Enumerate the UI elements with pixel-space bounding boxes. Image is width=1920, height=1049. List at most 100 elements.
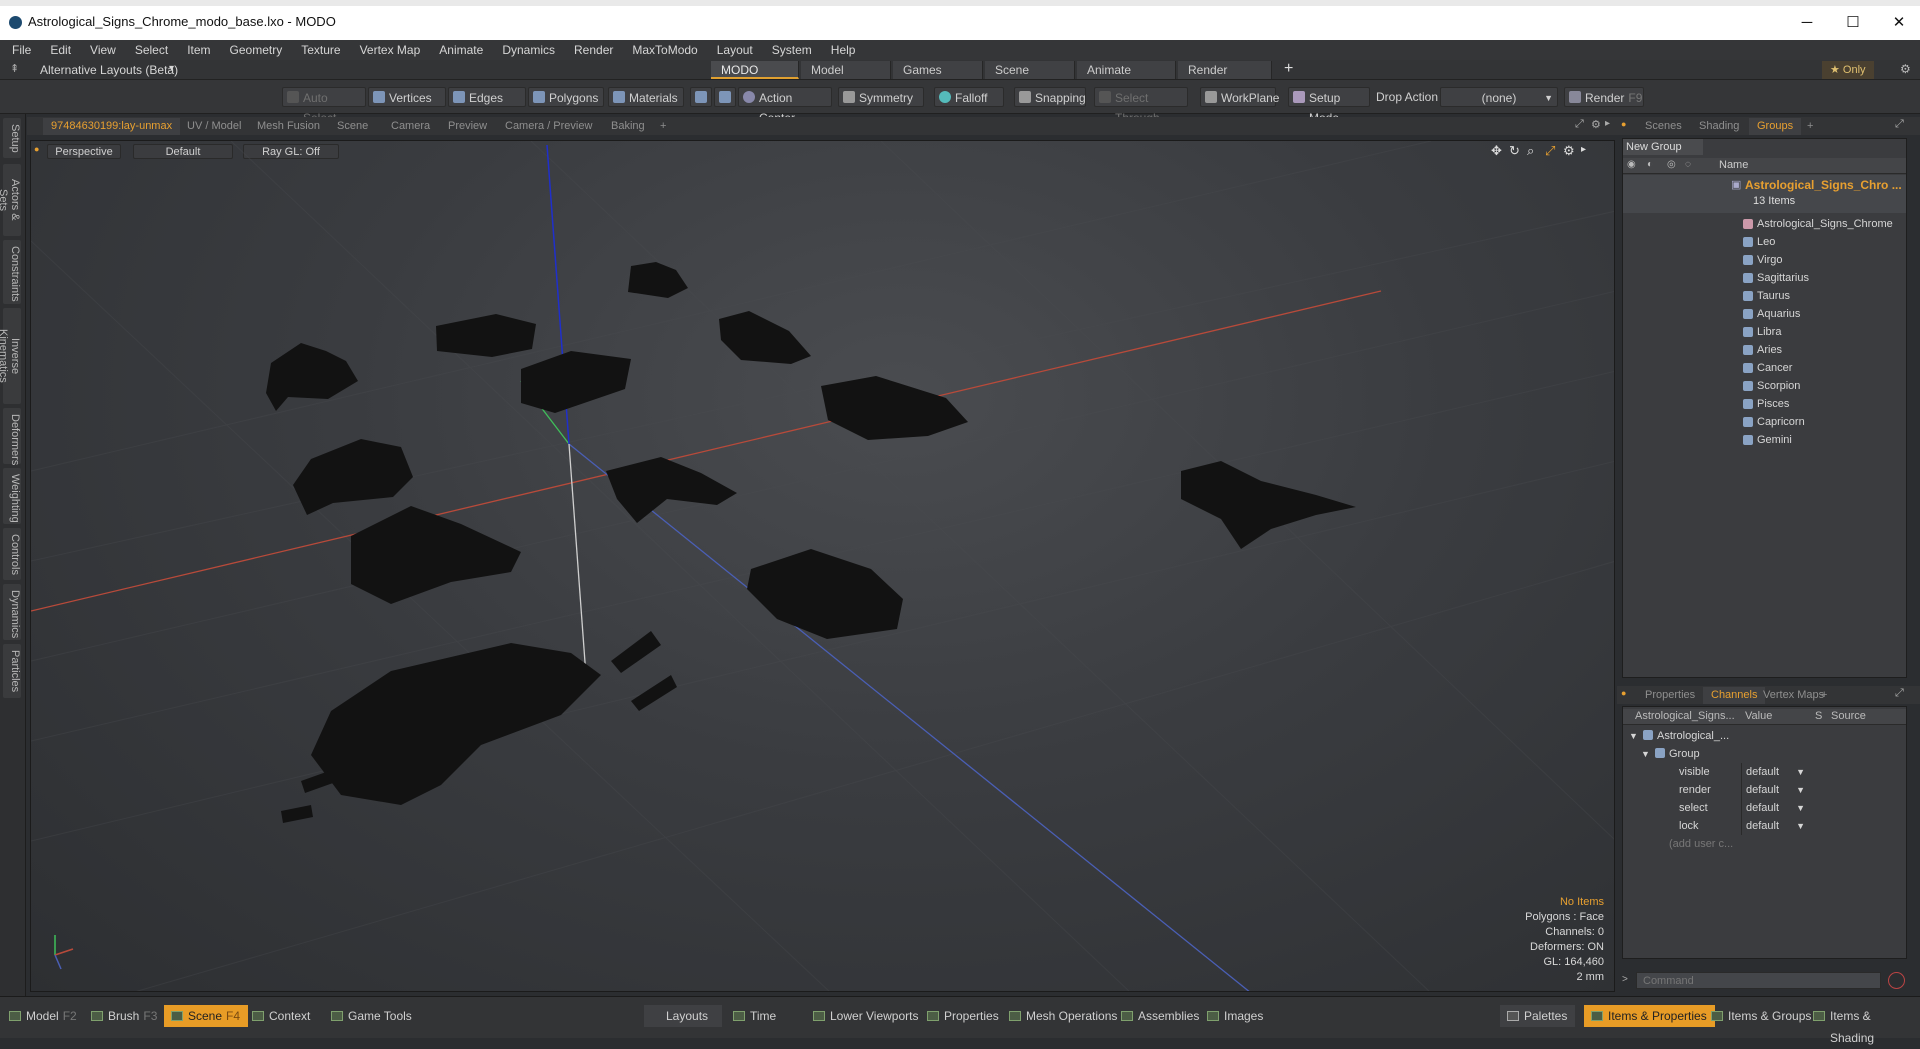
left-tab-constraints[interactable]: Constraints [3,240,21,304]
render-value[interactable]: default ▼ [1741,781,1809,799]
list-item[interactable]: Astrological_Signs_Chrome [1623,215,1906,233]
menu-geometry[interactable]: Geometry [230,43,283,57]
list-item[interactable]: Libra [1623,323,1906,341]
channel-row-render[interactable]: render default ▼ [1623,781,1906,799]
visible-value[interactable]: default ▼ [1741,763,1809,781]
menu-layout[interactable]: Layout [717,43,753,57]
tab-games-layout[interactable]: Games Layout [893,61,983,95]
maximize-button[interactable]: ☐ [1830,10,1876,36]
left-tab-weighting[interactable]: Weighting [3,468,21,524]
drop-action-select[interactable]: (none) ▼ [1440,87,1558,107]
expand-icon[interactable]: ▼ [1629,727,1638,745]
menu-item[interactable]: Item [187,43,210,57]
menu-view[interactable]: View [90,43,116,57]
group-root-row[interactable]: ▣ Astrological_Signs_Chro ... 13 Items [1623,175,1906,213]
brush-button[interactable]: Brush F3 [84,1005,165,1027]
gear-icon[interactable]: ⚙ [1900,62,1911,76]
materials-button[interactable]: Materials [608,87,684,107]
polygons-button[interactable]: Polygons [528,87,604,107]
menu-select[interactable]: Select [135,43,168,57]
add-panel-tab-button[interactable]: + [1799,118,1821,135]
menu-system[interactable]: System [772,43,812,57]
list-item[interactable]: Sagittarius [1623,269,1906,287]
maximize-viewport-icon[interactable]: ⤢ [1575,118,1584,131]
tab-animate-layout[interactable]: Animate Layout [1077,61,1176,95]
snapping-button[interactable]: Snapping [1014,87,1086,107]
setup-mode-button[interactable]: Setup Mode [1288,87,1370,125]
list-item[interactable]: Pisces [1623,395,1906,413]
tab-model-layout[interactable]: Model Layout [801,61,891,95]
list-item[interactable]: Virgo [1623,251,1906,269]
tab-scenes[interactable]: Scenes [1637,118,1690,135]
properties-button[interactable]: Properties [920,1005,1007,1027]
tab-mesh-fusion[interactable]: Mesh Fusion [249,118,328,135]
palettes-button[interactable]: Palettes [1500,1005,1576,1027]
lock-icon[interactable]: ◎ [1667,159,1676,170]
menu-maxtomodo[interactable]: MaxToModo [632,43,697,57]
workplane-button[interactable]: WorkPlane [1200,87,1279,107]
tab-render-layout[interactable]: Render Layout [1178,61,1272,95]
tab-camera[interactable]: Camera [383,118,438,135]
tab-groups[interactable]: Groups [1749,118,1802,135]
minimize-button[interactable]: ─ [1784,10,1830,36]
left-tab-actors-sets[interactable]: Actors & Sets [0,164,21,236]
render-visibility-icon[interactable]: ◐ [1647,159,1653,170]
left-tab-controls[interactable]: Controls [3,528,21,580]
list-item[interactable]: Scorpion [1623,377,1906,395]
viewport-gear-icon[interactable]: ⚙ [1591,118,1601,131]
menu-help[interactable]: Help [831,43,856,57]
tab-scene[interactable]: Scene [329,118,376,135]
layout-arrow-icon[interactable]: ⇞ [10,62,19,75]
menu-animate[interactable]: Animate [439,43,483,57]
tab-lay-unmax[interactable]: 97484630199:lay-unmax [43,118,181,135]
tab-preview[interactable]: Preview [440,118,495,135]
list-item[interactable]: Aquarius [1623,305,1906,323]
channel-row-lock[interactable]: lock default ▼ [1623,817,1906,835]
add-viewport-tab-button[interactable]: + [652,118,674,135]
list-item[interactable]: Aries [1623,341,1906,359]
select-icon[interactable]: ◌ [1685,159,1691,170]
list-item[interactable]: Cancer [1623,359,1906,377]
symmetry-button[interactable]: Symmetry [838,87,924,107]
record-icon[interactable] [1888,972,1905,989]
menu-render[interactable]: Render [574,43,613,57]
viewport-arrow-icon[interactable]: ▸ [1605,118,1610,129]
panel-maximize-icon[interactable]: ⤢ [1895,687,1904,700]
add-layout-button[interactable]: + [1284,60,1293,78]
tab-scene-layout[interactable]: Scene Layout [985,61,1075,95]
panel-maximize-icon[interactable]: ⤢ [1895,118,1904,131]
close-button[interactable]: ✕ [1876,10,1920,36]
scene-button[interactable]: Scene F4 [164,1005,249,1027]
select-value[interactable]: default ▼ [1741,799,1809,817]
lower-viewports-button[interactable]: Lower Viewports [806,1005,927,1027]
edges-button[interactable]: Edges [448,87,526,107]
tab-shading[interactable]: Shading [1691,118,1747,135]
menu-edit[interactable]: Edit [50,43,71,57]
command-arrow-icon[interactable]: > [1622,974,1628,985]
model-button[interactable]: Model F2 [2,1005,85,1027]
menu-dynamics[interactable]: Dynamics [502,43,555,57]
render-button[interactable]: Render F9 [1564,87,1644,107]
mesh-operations-button[interactable]: Mesh Operations [1002,1005,1125,1027]
images-button[interactable]: Images [1200,1005,1271,1027]
left-tab-deformers[interactable]: Deformers [3,408,21,465]
items-groups-button[interactable]: Items & Groups [1704,1005,1819,1027]
menu-vertex-map[interactable]: Vertex Map [360,43,421,57]
tab-baking[interactable]: Baking [603,118,653,135]
context-button[interactable]: Context [245,1005,318,1027]
left-tab-setup[interactable]: Setup [3,118,21,158]
items-shading-button[interactable]: Items & Shading [1806,1005,1920,1045]
command-input[interactable] [1636,972,1881,989]
vertices-button[interactable]: Vertices [368,87,446,107]
channel-tree-root[interactable]: ▼ Astrological_... [1623,727,1906,745]
action-center-button[interactable]: Action Center [738,87,832,125]
3d-viewport[interactable]: ● Perspective Default Ray GL: Off ✥ ↻ ⌕ … [30,140,1615,992]
channel-tree-group[interactable]: ▼ Group [1623,745,1906,763]
item-mode-button[interactable] [714,87,736,107]
list-item[interactable]: Taurus [1623,287,1906,305]
list-item[interactable]: Leo [1623,233,1906,251]
tab-camera-preview[interactable]: Camera / Preview [497,118,600,135]
list-item[interactable]: Capricorn [1623,413,1906,431]
lock-value[interactable]: default ▼ [1741,817,1809,835]
eye-icon[interactable]: ◉ [1627,159,1636,170]
